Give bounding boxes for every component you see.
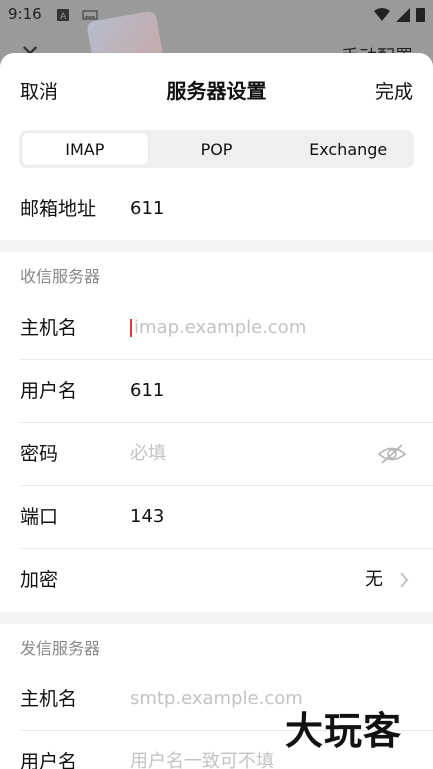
status-time: 9:16 — [8, 5, 42, 23]
outgoing-host-input[interactable]: smtp.example.com — [130, 668, 303, 730]
server-settings-sheet: 取消 服务器设置 完成 IMAP POP Exchange 邮箱地址 611 收… — [0, 53, 433, 769]
port-input[interactable]: 143 — [130, 486, 164, 548]
incoming-host-input[interactable]: imap.example.com — [130, 297, 306, 359]
incoming-user-input[interactable]: 611 — [130, 360, 164, 422]
password-input[interactable]: 必填 — [130, 423, 166, 485]
svg-text:A: A — [60, 12, 67, 21]
outgoing-user-input[interactable]: 用户名一致可不填 — [130, 731, 274, 769]
incoming-host-row[interactable]: 主机名 imap.example.com — [20, 297, 433, 360]
incoming-user-row[interactable]: 用户名 611 — [20, 360, 433, 423]
encryption-label: 加密 — [20, 569, 59, 591]
signal-icon — [396, 7, 410, 22]
outgoing-host-label: 主机名 — [20, 688, 78, 710]
sheet-header: 取消 服务器设置 完成 — [0, 53, 433, 123]
battery-icon — [416, 8, 425, 22]
protocol-tabs: IMAP POP Exchange — [19, 130, 414, 168]
done-button[interactable]: 完成 — [375, 77, 413, 104]
password-row[interactable]: 密码 必填 — [20, 423, 433, 486]
notification-a-icon: A — [57, 9, 69, 21]
chevron-right-icon — [400, 572, 409, 588]
wifi-icon — [374, 7, 390, 21]
eye-off-icon[interactable] — [377, 443, 407, 465]
password-label: 密码 — [20, 443, 59, 465]
tab-exchange[interactable]: Exchange — [285, 133, 411, 165]
port-label: 端口 — [20, 506, 59, 528]
email-row[interactable]: 邮箱地址 611 — [20, 178, 433, 240]
page-title: 服务器设置 — [166, 79, 267, 103]
tab-imap[interactable]: IMAP — [22, 133, 148, 165]
encryption-row[interactable]: 加密 无 — [20, 549, 433, 611]
email-value[interactable]: 611 — [130, 178, 164, 240]
incoming-host-placeholder: imap.example.com — [134, 317, 307, 338]
port-row[interactable]: 端口 143 — [20, 486, 433, 549]
keyboard-icon — [82, 10, 98, 20]
email-label: 邮箱地址 — [20, 198, 97, 220]
section-gap — [0, 612, 433, 624]
incoming-section-title: 收信服务器 — [20, 267, 101, 286]
status-bar: 9:16 A — [0, 0, 433, 30]
status-icons — [374, 7, 425, 22]
incoming-host-label: 主机名 — [20, 317, 78, 339]
tab-pop[interactable]: POP — [154, 133, 280, 165]
outgoing-user-label: 用户名 — [20, 751, 78, 769]
outgoing-section-title: 发信服务器 — [20, 639, 101, 658]
watermark-logo: 大玩客 — [285, 708, 403, 753]
section-gap — [0, 240, 433, 252]
encryption-value: 无 — [365, 569, 383, 590]
text-cursor — [130, 319, 132, 337]
incoming-user-label: 用户名 — [20, 380, 78, 402]
